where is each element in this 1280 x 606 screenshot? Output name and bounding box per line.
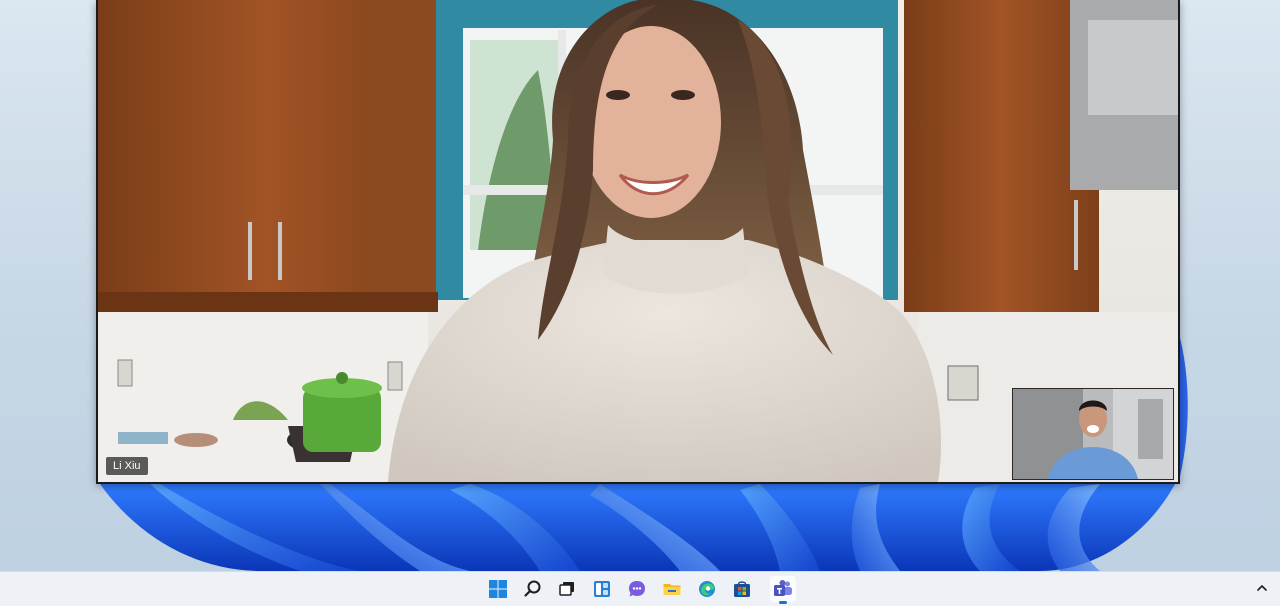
active-app-indicator — [779, 601, 787, 604]
task-view-icon[interactable] — [554, 576, 580, 602]
video-call-window[interactable]: Li Xiu — [96, 0, 1180, 484]
self-view-camera — [1013, 389, 1173, 479]
taskbar — [0, 571, 1280, 606]
chat-icon[interactable] — [624, 576, 650, 602]
file-explorer-icon[interactable] — [659, 576, 685, 602]
self-view-tile[interactable] — [1012, 388, 1174, 480]
search-icon[interactable] — [520, 576, 546, 602]
start-icon[interactable] — [485, 576, 511, 602]
show-hidden-icons-chevron[interactable] — [1253, 579, 1271, 597]
store-icon[interactable] — [729, 576, 755, 602]
widgets-icon[interactable] — [589, 576, 615, 602]
participant-name-tag: Li Xiu — [106, 457, 148, 475]
teams-icon[interactable] — [770, 576, 796, 604]
edge-icon[interactable] — [694, 576, 720, 602]
